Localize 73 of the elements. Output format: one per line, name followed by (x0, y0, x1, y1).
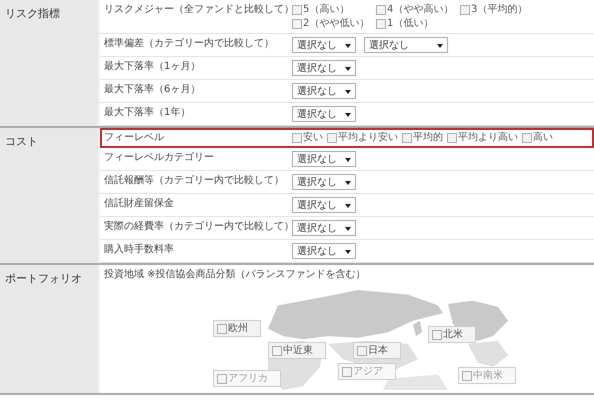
checkbox[interactable] (462, 370, 472, 380)
checkbox-label: 3（平均的） (471, 3, 528, 16)
checkbox-option[interactable]: 平均より安い (327, 131, 398, 144)
checkbox-option[interactable]: 1（低い） (376, 17, 460, 30)
checkbox[interactable] (327, 132, 337, 142)
checkbox-option[interactable]: 5（高い） (292, 3, 376, 16)
field-label: 最大下落率（1ヶ月） (104, 60, 202, 74)
field-label: 最大下落率（6ヶ月） (104, 83, 202, 97)
checkbox[interactable] (292, 18, 302, 28)
checkbox[interactable] (447, 132, 457, 142)
checkbox-label: 日本 (368, 344, 388, 357)
dropdown[interactable]: 選択なし (292, 106, 356, 122)
field-label: 購入時手数料率 (104, 243, 175, 257)
checkbox[interactable] (217, 324, 227, 334)
checkbox-label: 2（やや低い） (303, 17, 370, 30)
checkbox[interactable] (272, 346, 282, 356)
checkbox[interactable] (522, 132, 532, 142)
checkbox-option[interactable]: 安い (292, 131, 323, 144)
checkbox-option[interactable]: 欧州 (213, 320, 261, 337)
checkbox[interactable] (460, 4, 470, 14)
checkbox[interactable] (432, 330, 442, 340)
checkbox[interactable] (292, 4, 302, 14)
checkbox[interactable] (376, 18, 386, 28)
field-label: フィーレベル (104, 131, 165, 145)
section-header: ポートフォリオ (0, 265, 98, 393)
field-label: 最大下落率（1年） (104, 106, 192, 120)
checkbox-label: 平均より高い (458, 131, 518, 144)
checkbox-label: 欧州 (228, 322, 248, 335)
checkbox-label: アジア (353, 365, 383, 378)
field-label: リスクメジャー（全ファンドと比較して） (104, 3, 292, 17)
checkbox-label: 北米 (443, 328, 463, 341)
checkbox-option[interactable]: 高い (522, 131, 553, 144)
checkbox[interactable] (376, 4, 386, 14)
checkbox-label: 4（やや高い） (387, 3, 454, 16)
dropdown[interactable]: 選択なし (364, 37, 448, 53)
checkbox-option[interactable]: 2（やや低い） (292, 17, 376, 30)
checkbox[interactable] (402, 132, 412, 142)
checkbox[interactable] (292, 132, 302, 142)
dropdown[interactable]: 選択なし (292, 243, 356, 259)
field-label: 実際の経費率（カテゴリー内で比較して） (104, 220, 292, 234)
checkbox[interactable] (357, 346, 367, 356)
checkbox-label: 平均より安い (338, 131, 398, 144)
checkbox-label: アフリカ (228, 372, 268, 385)
field-label: 標準偏差（カテゴリー内で比較して） (104, 37, 275, 51)
checkbox-option[interactable]: 3（平均的） (460, 3, 544, 16)
checkbox-option[interactable]: 平均的 (402, 131, 443, 144)
checkbox-option[interactable]: 中近東 (268, 342, 326, 359)
field-label: 信託財産留保金 (104, 197, 175, 211)
dropdown[interactable]: 選択なし (292, 83, 356, 99)
checkbox-label: 中近東 (283, 344, 313, 357)
checkbox[interactable] (217, 374, 227, 384)
checkbox[interactable] (342, 366, 352, 376)
checkbox-option[interactable]: 日本 (353, 342, 401, 359)
checkbox-label: 安い (303, 131, 323, 144)
section-header: リスク指標 (0, 0, 98, 126)
field-label: フィーレベルカテゴリー (104, 151, 215, 165)
dropdown[interactable]: 選択なし (292, 60, 356, 76)
checkbox-option[interactable]: 北米 (428, 326, 476, 343)
checkbox-option[interactable]: 平均より高い (447, 131, 518, 144)
checkbox-label: 高い (533, 131, 553, 144)
section-header: コスト (0, 128, 98, 263)
checkbox-option[interactable]: 4（やや高い） (376, 3, 460, 16)
dropdown[interactable]: 選択なし (292, 220, 356, 236)
dropdown[interactable]: 選択なし (292, 174, 356, 190)
dropdown[interactable]: 選択なし (292, 197, 356, 213)
field-label: 信託報酬等（カテゴリー内で比較して） (104, 174, 285, 188)
field-label: 投資地域 ※投信協会商品分類（バランスファンドを含む） (104, 268, 366, 282)
dropdown[interactable]: 選択なし (292, 37, 356, 53)
dropdown[interactable]: 選択なし (292, 151, 356, 167)
checkbox-label: 中南米 (473, 369, 503, 382)
checkbox-label: 5（高い） (303, 3, 350, 16)
checkbox-label: 1（低い） (387, 17, 434, 30)
checkbox-label: 平均的 (413, 131, 443, 144)
